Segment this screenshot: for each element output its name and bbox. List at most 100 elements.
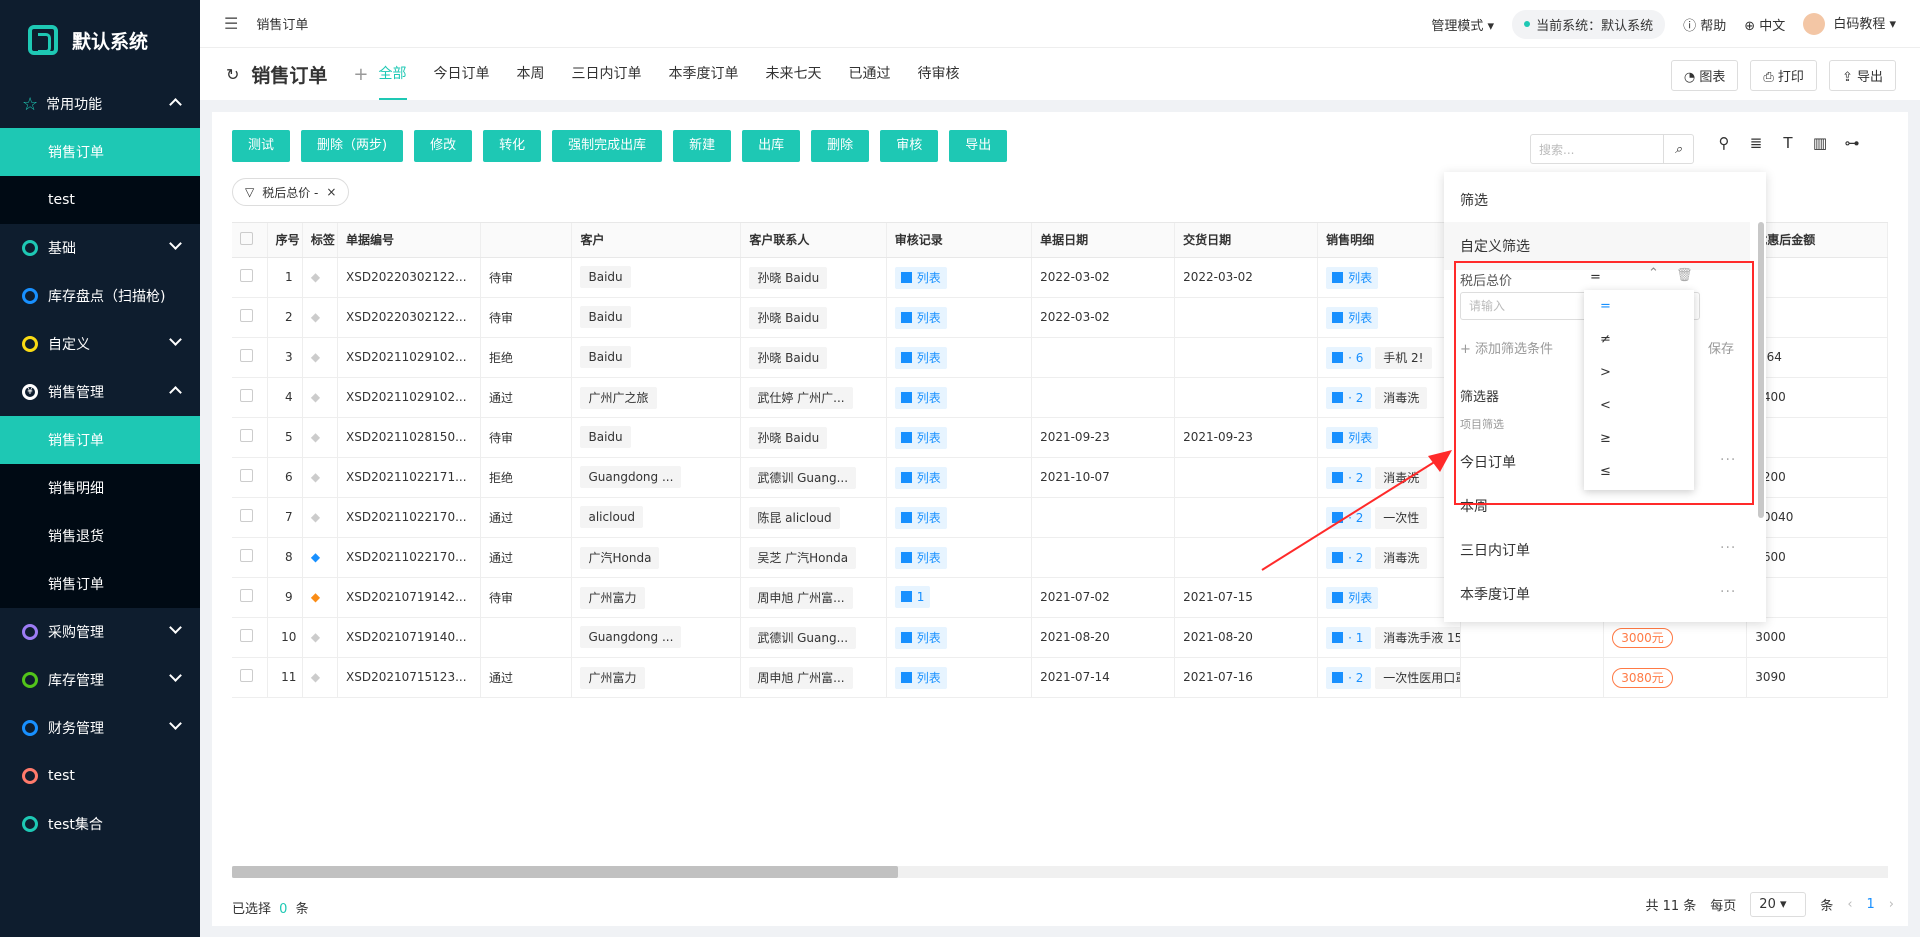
customer-pill[interactable]: Baidu (580, 266, 631, 288)
tag-icon[interactable]: ◆ (302, 657, 339, 698)
contact-pill[interactable]: 孙晓 Baidu (749, 426, 828, 449)
chart-button[interactable]: ◔ 图表 (1670, 60, 1739, 91)
sidebar-item-test[interactable]: test (0, 176, 200, 224)
tag-icon[interactable]: ◆ (302, 577, 339, 618)
detail-count-tag[interactable]: · 1 (1326, 626, 1372, 649)
order-code[interactable]: XSD20210715123... (337, 657, 482, 698)
contact-pill[interactable]: 孙晓 Baidu (749, 346, 828, 369)
delete-button[interactable]: 删除 (811, 130, 870, 162)
row-checkbox[interactable] (232, 657, 268, 698)
audit-list-tag[interactable]: 列表 (894, 306, 947, 329)
language-switch[interactable]: ⊕ 中文 (1744, 15, 1785, 34)
detail-count-tag[interactable]: · 2 (1326, 666, 1372, 689)
filter-item-quarter[interactable]: 本季度订单 (1460, 584, 1530, 604)
contact-pill[interactable]: 孙晓 Baidu (749, 266, 828, 289)
tag-icon[interactable]: ◆ (302, 417, 339, 458)
force-complete-button[interactable]: 强制完成出库 (552, 130, 663, 162)
tab-pending[interactable]: 待审核 (918, 48, 960, 100)
close-icon[interactable]: × (326, 185, 336, 199)
detail-list-tag[interactable]: 列表 (1326, 586, 1379, 609)
audit-list-tag[interactable]: 列表 (894, 266, 947, 289)
edit-button[interactable]: 修改 (414, 130, 473, 162)
audit-list-tag[interactable]: 列表 (894, 666, 947, 689)
nav-group-finance[interactable]: 财务管理 (0, 704, 200, 752)
audit-list-tag[interactable]: 1 (894, 586, 931, 608)
column-header[interactable]: 序号 (267, 223, 303, 258)
row-checkbox[interactable] (232, 497, 268, 538)
tab-next-seven[interactable]: 未来七天 (766, 48, 822, 100)
detail-count-tag[interactable]: · 2 (1326, 386, 1372, 409)
nav-group-inventory-scan[interactable]: 库存盘点（扫描枪) (0, 272, 200, 320)
row-checkbox[interactable] (232, 377, 268, 418)
detail-list-tag[interactable]: 列表 (1326, 306, 1379, 329)
next-page-icon[interactable]: › (1889, 897, 1894, 912)
sidebar-item-sales-return[interactable]: 销售退货 (0, 512, 200, 560)
audit-list-tag[interactable]: 列表 (894, 506, 947, 529)
audit-list-tag[interactable]: 列表 (894, 546, 947, 569)
order-code[interactable]: XSD20220302122... (337, 297, 482, 338)
app-logo[interactable]: 默认系统 (0, 0, 200, 80)
prev-page-icon[interactable]: ‹ (1847, 897, 1852, 912)
contact-pill[interactable]: 陈昆 alicloud (749, 506, 840, 529)
export-button[interactable]: ⇪ 导出 (1828, 60, 1896, 91)
sidebar-item-sales-order-3[interactable]: 销售订单 (0, 560, 200, 608)
row-checkbox[interactable] (232, 337, 268, 378)
audit-list-tag[interactable]: 列表 (894, 346, 947, 369)
column-header[interactable] (480, 223, 573, 258)
test-button[interactable]: 测试 (232, 130, 291, 162)
row-checkbox[interactable] (232, 297, 268, 338)
nav-group-basic[interactable]: 基础 (0, 224, 200, 272)
contact-pill[interactable]: 武德训 Guang... (749, 466, 857, 489)
row-checkbox[interactable] (232, 537, 268, 578)
nav-group-common[interactable]: ☆ 常用功能 (0, 80, 200, 128)
contact-pill[interactable]: 周申旭 广州富... (749, 586, 853, 609)
column-header[interactable]: 销售明细 (1317, 223, 1462, 258)
contact-pill[interactable]: 武仕婷 广州广... (749, 386, 853, 409)
scrollbar-thumb[interactable] (232, 866, 898, 878)
column-header[interactable]: 标签 (302, 223, 339, 258)
order-code[interactable]: XSD20211022170... (337, 497, 482, 538)
customer-pill[interactable]: 广汽Honda (580, 546, 660, 569)
columns-icon[interactable]: ≣ (1746, 134, 1766, 152)
audit-button[interactable]: 审核 (880, 130, 939, 162)
page-size-select[interactable]: 20 ▾ (1750, 892, 1807, 917)
column-header[interactable]: 交货日期 (1174, 223, 1319, 258)
horizontal-scrollbar[interactable] (232, 866, 1888, 878)
menu-collapse-icon[interactable]: ☰ (224, 14, 238, 33)
search-box[interactable]: 搜索... ⌕ (1530, 134, 1694, 164)
hierarchy-icon[interactable]: ⊶ (1842, 134, 1862, 152)
new-button[interactable]: 新建 (673, 130, 732, 162)
add-tab-icon[interactable]: + (353, 64, 368, 85)
order-code[interactable]: XSD20211029102... (337, 377, 482, 418)
row-checkbox[interactable] (232, 617, 268, 658)
column-header[interactable]: 单据编号 (337, 223, 482, 258)
column-header[interactable]: 审核记录 (886, 223, 1033, 258)
table-row[interactable]: 10 ◆ XSD20210719140... Guangdong ... 武德训… (232, 617, 1888, 658)
font-size-icon[interactable]: T (1778, 134, 1798, 152)
print-button[interactable]: ⎙ 打印 (1750, 60, 1817, 91)
tab-week[interactable]: 本周 (517, 48, 545, 100)
contact-pill[interactable]: 周申旭 广州富... (749, 666, 853, 689)
tag-icon[interactable]: ◆ (302, 537, 339, 578)
select-all-checkbox[interactable] (232, 223, 268, 258)
sidebar-item-sales-order[interactable]: 销售订单 (0, 128, 200, 176)
more-icon[interactable]: ··· (1720, 584, 1736, 600)
customer-pill[interactable]: 广州广之旅 (580, 386, 657, 409)
row-checkbox[interactable] (232, 417, 268, 458)
customer-pill[interactable]: Guangdong ... (580, 626, 682, 648)
more-icon[interactable]: ··· (1720, 540, 1736, 556)
filter-item-three-days[interactable]: 三日内订单 (1460, 540, 1530, 560)
tag-icon[interactable]: ◆ (302, 497, 339, 538)
tag-icon[interactable]: ◆ (302, 297, 339, 338)
filter-icon[interactable]: ⚲ (1714, 134, 1734, 152)
filter-scrollbar[interactable] (1758, 222, 1764, 518)
audit-list-tag[interactable]: 列表 (894, 466, 947, 489)
tab-approved[interactable]: 已通过 (849, 48, 891, 100)
column-header[interactable]: 客户 (571, 223, 742, 258)
refresh-icon[interactable]: ↻ (226, 65, 239, 84)
tag-icon[interactable]: ◆ (302, 457, 339, 498)
help-link[interactable]: ⓘ 帮助 (1683, 15, 1726, 34)
filter-chip[interactable]: ▽ 税后总价 - × (232, 178, 350, 206)
tag-icon[interactable]: ◆ (302, 617, 339, 658)
nav-group-test[interactable]: test (0, 752, 200, 800)
